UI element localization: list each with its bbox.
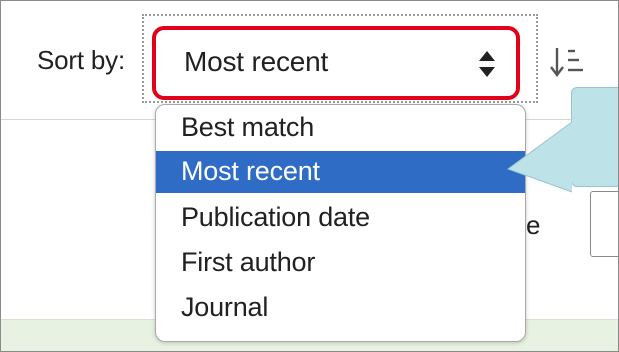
partial-input-box[interactable]: [590, 191, 618, 257]
sort-select[interactable]: Most recent: [152, 26, 520, 100]
sort-select-value: Most recent: [184, 46, 329, 77]
sort-options-list: Best match Most recent Publication date …: [155, 104, 526, 342]
sort-option[interactable]: Best match: [156, 107, 525, 149]
sort-option[interactable]: Journal: [156, 287, 525, 329]
partial-label-text: e: [526, 210, 541, 240]
sort-order-icon[interactable]: [549, 45, 583, 79]
sort-option[interactable]: First author: [156, 242, 525, 284]
screenshot-frame: Sort by: Most recent e Best match Most r…: [0, 0, 619, 352]
up-down-caret-icon: [479, 51, 495, 77]
sort-by-label: Sort by:: [37, 45, 125, 75]
hint-callout: [571, 87, 618, 187]
hint-callout-pointer: [507, 121, 573, 193]
sort-option-selected[interactable]: Most recent: [156, 151, 525, 193]
sort-option[interactable]: Publication date: [156, 197, 525, 239]
